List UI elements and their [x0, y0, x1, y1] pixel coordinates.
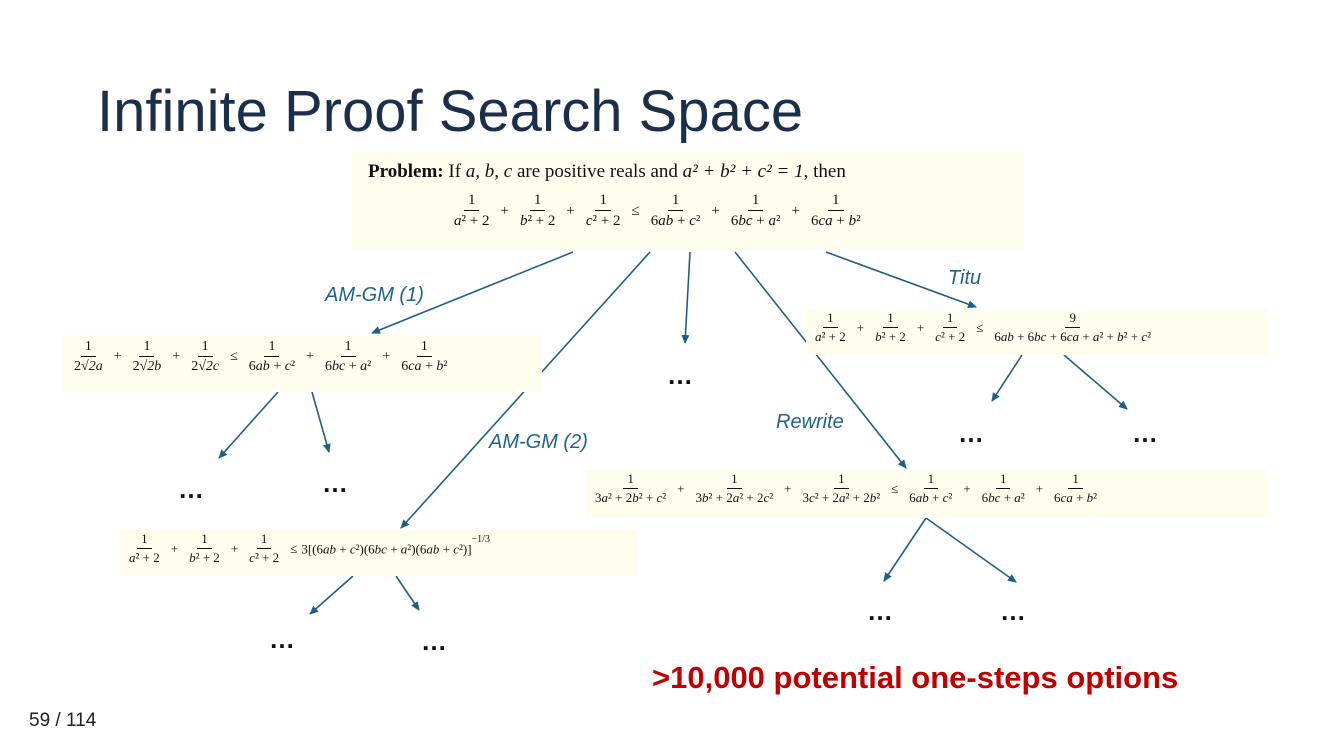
arrow-titu-a [991, 354, 1023, 402]
titu-inequality: 1 a² + 2 + 1 b² + 2 + 1 c² + 2 ≤ 9 6ab + 6bc + … [815, 310, 1152, 344]
ellipsis-node: … [867, 596, 894, 626]
ellipsis-node: … [667, 360, 694, 390]
problem-statement: Problem: If a, b, c are positive reals a… [368, 161, 846, 182]
problem-label: Problem: [368, 161, 444, 182]
amgm2-inequality: 1 a² + 2 + 1 b² + 2 + 1 c² + 2 ≤ 3[(6ab + c²)(… [129, 531, 490, 565]
ellipsis-node: … [269, 624, 296, 654]
page-indicator: 59 / 114 [29, 710, 96, 732]
options-count-callout: >10,000 potential one-steps options [652, 660, 1179, 695]
titu-result-box: 1 a² + 2 + 1 b² + 2 + 1 c² + 2 ≤ 9 6ab + 6bc + … [806, 309, 1268, 355]
arrow-middle [681, 251, 691, 344]
edge-label-rewrite: Rewrite [776, 411, 844, 433]
arrow-rw-a [883, 517, 927, 582]
arrow-rewrite [734, 251, 907, 469]
page-separator: / [55, 710, 61, 731]
edge-label-titu: Titu [948, 267, 982, 289]
arrow-am2-b [395, 575, 420, 611]
ellipsis-node: … [958, 418, 985, 448]
rewrite-result-box: 1 3a² + 2b² + c² + 1 3b² + 2a² + 2c² + 1 3c² … [586, 470, 1268, 518]
page-total: 114 [65, 710, 97, 731]
edge-label-amgm1: AM-GM (1) [325, 284, 424, 306]
arrow-titu-b [1063, 354, 1128, 410]
edge-label-amgm2: AM-GM (2) [489, 431, 588, 453]
ellipsis-node: … [178, 474, 205, 504]
arrow-l1b [311, 391, 331, 453]
ellipsis-node: … [322, 468, 349, 498]
ellipsis-node: … [1000, 596, 1027, 626]
amgm2-result-box: 1 a² + 2 + 1 b² + 2 + 1 c² + 2 ≤ 3[(6ab + c²)(… [120, 530, 638, 576]
arrow-l1a [218, 391, 279, 459]
amgm1-result-box: 1 2√2a + 1 2√2b + 1 2√2c ≤ 1 6ab + c² + 1 6bc + a… [63, 335, 542, 392]
page-current: 59 [29, 710, 51, 731]
problem-inequality: 1 a² + 2 + 1 b² + 2 + 1 c² + 2 ≤ 1 6ab + c² + 16… [454, 192, 861, 230]
arrow-am2-a [309, 575, 354, 615]
ellipsis-node: … [421, 626, 448, 656]
problem-box: Problem: If a, b, c are positive reals a… [352, 152, 1024, 250]
ellipsis-node: … [1132, 418, 1159, 448]
arrow-rw-b [925, 517, 1017, 583]
amgm1-inequality: 1 2√2a + 1 2√2b + 1 2√2c ≤ 1 6ab + c² + 1 6bc + a… [74, 339, 448, 375]
rewrite-inequality: 1 3a² + 2b² + c² + 1 3b² + 2a² + 2c² + 1 3c² … [595, 471, 1098, 505]
